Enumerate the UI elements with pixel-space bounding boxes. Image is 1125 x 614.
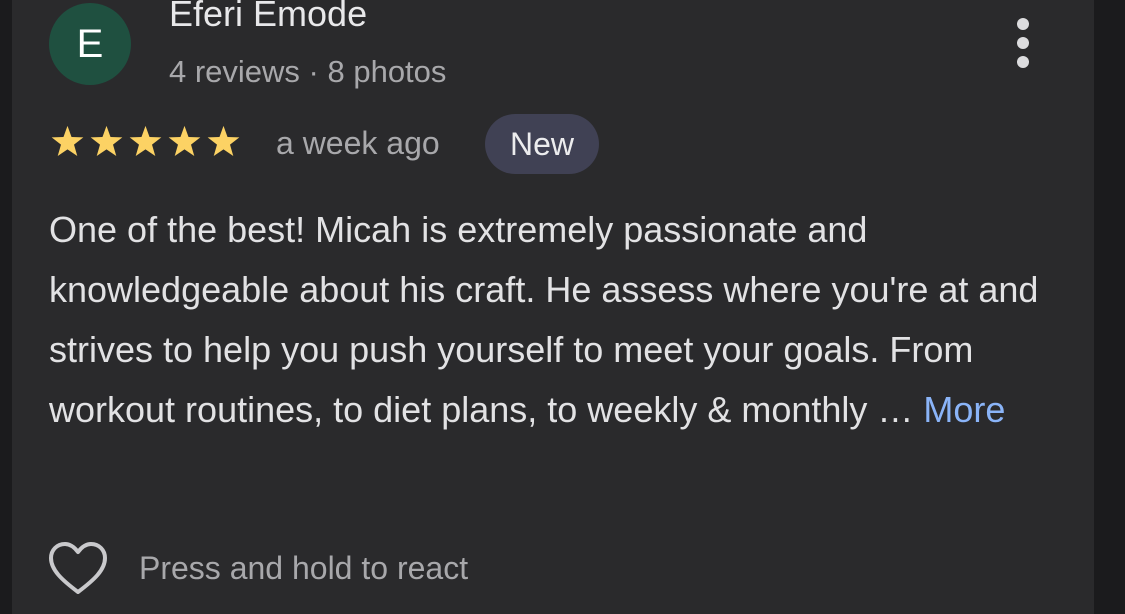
star-icon — [207, 125, 240, 156]
more-vert-icon[interactable] — [1003, 13, 1043, 73]
star-icon — [51, 125, 84, 156]
overflow-dot — [1017, 37, 1029, 49]
overflow-dot — [1017, 56, 1029, 68]
react-row: Press and hold to react — [47, 540, 468, 596]
star-icon — [168, 125, 201, 156]
react-hint: Press and hold to react — [139, 549, 469, 586]
author-name[interactable]: Eferi Emode — [169, 0, 367, 35]
star-icon — [90, 125, 123, 156]
more-link[interactable]: More — [923, 389, 1005, 430]
review-text: One of the best! Micah is extremely pass… — [49, 200, 1049, 440]
star-icon — [129, 125, 162, 156]
heart-icon[interactable] — [47, 540, 109, 596]
review-body: One of the best! Micah is extremely pass… — [49, 209, 1039, 430]
star-rating — [49, 124, 242, 161]
review-time: a week ago — [276, 125, 440, 161]
overflow-dot — [1017, 18, 1029, 30]
author-meta: 4 reviews · 8 photos — [169, 54, 447, 89]
avatar[interactable]: E — [49, 3, 131, 85]
new-badge: New — [485, 114, 600, 174]
